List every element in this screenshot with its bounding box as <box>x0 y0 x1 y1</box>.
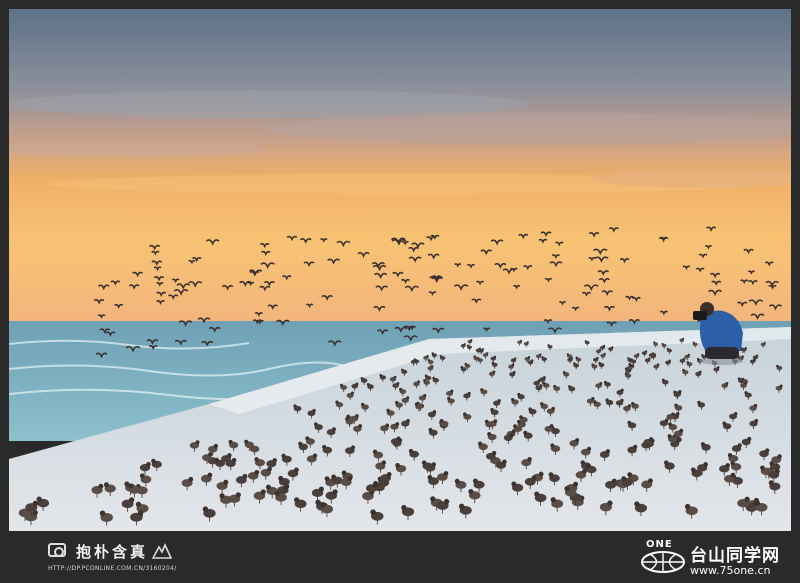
globe-logo-icon <box>641 551 685 573</box>
footer-bar: 抱朴含真 HTTP://DP.PCONLINE.COM.CN/3160204/ … <box>0 531 800 583</box>
mountain-logo-icon <box>152 543 172 559</box>
beach-photo <box>9 9 791 531</box>
photo-frame: 抱朴含真 HTTP://DP.PCONLINE.COM.CN/3160204/ … <box>0 0 800 583</box>
author-url: HTTP://DP.PCONLINE.COM.CN/3160204/ <box>48 565 177 572</box>
sky <box>9 9 791 321</box>
camera-icon <box>48 543 66 557</box>
site-name: 台山同学网 <box>690 546 780 566</box>
beach-scene <box>9 9 791 531</box>
site-url: www.75one.cn <box>690 564 771 577</box>
author-name: 抱朴含真 <box>76 543 149 561</box>
